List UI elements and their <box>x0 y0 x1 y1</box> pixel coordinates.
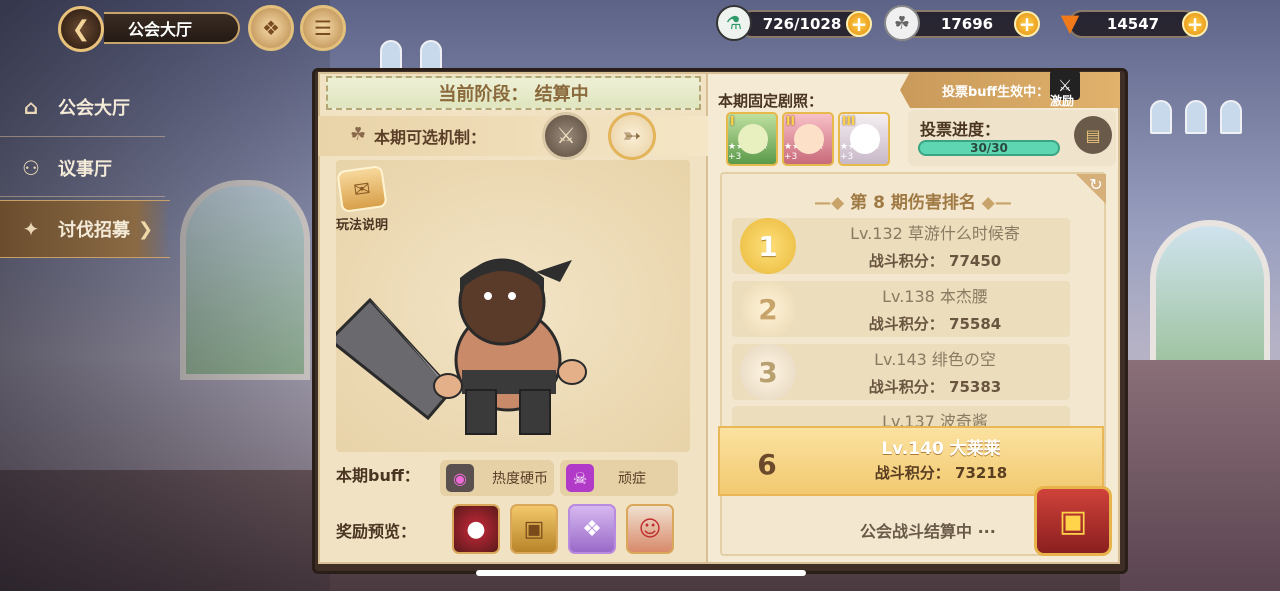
add-stamina-button[interactable]: + <box>846 11 872 37</box>
hero-card-1[interactable]: I ★★★★★ +3 <box>726 112 778 166</box>
add-coin-button[interactable]: + <box>1014 11 1040 37</box>
ranking-name: Lv.138 本杰腰 <box>882 287 988 306</box>
vote-card-icon[interactable]: ▤ <box>1074 116 1112 154</box>
vote-title: 投票进度： <box>920 120 1001 139</box>
carpet <box>1120 360 1280 591</box>
skull-icon: ☠ <box>566 464 594 492</box>
rules-label: 玩法说明 <box>335 218 388 233</box>
vote-progress-bar: 30/30 <box>918 140 1060 156</box>
guild-emblem-icon[interactable]: ❖ <box>248 5 294 51</box>
meeting-icon: ⚇ <box>22 156 40 180</box>
buff-2-label: 顽症 <box>618 471 646 487</box>
reward-label: 奖励预览： <box>336 522 417 541</box>
hero-rank: II <box>786 114 795 128</box>
vote-progress-text: 30/30 <box>970 141 1008 155</box>
carrot-value: 14547 <box>1106 15 1160 33</box>
settlement-status: 公会战斗结算中 ··· <box>860 522 996 541</box>
buff-label: 本期buff： <box>336 466 420 485</box>
rank-silver-medal-icon: 2 <box>740 281 796 337</box>
hero-portrait-icon <box>850 124 880 154</box>
carrot-icon: ▼ <box>1060 9 1080 37</box>
sidebar-item-label: 公会大厅 <box>58 98 130 119</box>
window <box>1150 100 1172 134</box>
my-rank-number: 6 <box>757 447 777 481</box>
buff-chip-2[interactable]: ☠ 顽症 <box>560 460 678 496</box>
back-button[interactable]: ❮ <box>58 6 104 52</box>
sidebar-item-label: 讨伐招募 <box>58 220 130 241</box>
stamina-value: 726/1028 <box>762 15 842 33</box>
crusade-icon: ✦ <box>22 217 40 241</box>
sidebar-item-label: 议事厅 <box>58 159 112 180</box>
sidebar-item-guild-hall[interactable]: ⌂ 公会大厅 <box>0 78 170 136</box>
page-title: 公会大厅 <box>104 12 240 44</box>
fixed-stills-label: 本期固定剧照： <box>718 92 824 110</box>
home-indicator[interactable] <box>476 570 806 576</box>
hero-portrait-icon <box>794 124 824 154</box>
mechanism-option-2-icon[interactable]: ➳ <box>608 112 656 160</box>
rank-bronze-medal-icon: 3 <box>740 344 796 400</box>
clover-coin-icon: ☘ <box>884 5 920 41</box>
guild-book-icon[interactable]: ☰ <box>300 5 346 51</box>
add-carrot-button[interactable]: + <box>1182 11 1208 37</box>
demon-coin-icon: ◉ <box>446 464 474 492</box>
chevron-right-icon: ❯ <box>138 218 154 240</box>
ranking-title: —◆ 第 8 期伤害排名 ◆— <box>814 193 1012 213</box>
hero-card-2[interactable]: II ★★★★★ +3 <box>782 112 834 166</box>
hero-card-3[interactable]: III ★★★★★ +3 <box>838 112 890 166</box>
reward-gift-box-icon[interactable]: ❖ <box>568 504 616 554</box>
bank-icon: ⌂ <box>23 95 39 119</box>
sidebar-divider <box>0 136 165 137</box>
reward-character-icon[interactable]: ☺ <box>626 504 674 554</box>
hero-rank: I <box>730 114 735 128</box>
ranking-name: Lv.132 草游什么时候寄 <box>850 224 1020 243</box>
rules-book-icon: ✉ <box>336 165 388 213</box>
hero-portrait-icon <box>738 124 768 154</box>
right-arch-window <box>1150 220 1270 370</box>
sidebar-divider <box>0 196 165 197</box>
ranking-title-text: 第 8 期伤害排名 <box>850 193 976 213</box>
vote-buff-banner: 投票buff生效中： <box>900 72 1120 108</box>
clover-icon: ☘ <box>350 124 367 145</box>
vote-badge-label: 激励 <box>1050 94 1075 108</box>
mechanism-option-1-icon[interactable]: ⚔ <box>542 112 590 160</box>
rules-button[interactable]: ✉ 玩法说明 <box>330 165 394 234</box>
my-rank-name: Lv.140 大莱莱 <box>881 439 1001 459</box>
treasure-chest-icon[interactable]: ▣ <box>1034 486 1112 556</box>
my-rank-score: 战斗积分： 73218 <box>874 464 1008 482</box>
top-bar: ❮ 公会大厅 ❖ ☰ 726/1028 ⚗ + 17696 ☘ + 14547 … <box>0 0 1280 54</box>
mechanism-label: 本期可选机制： <box>374 128 487 147</box>
vote-active-label: 投票buff生效中： <box>942 84 1050 100</box>
phase-status: 当前阶段： 结算中 <box>326 76 701 110</box>
ranking-name: Lv.143 绯色の空 <box>874 350 996 369</box>
window <box>1185 100 1207 134</box>
hero-rank: III <box>842 114 856 128</box>
coin-value: 17696 <box>940 15 994 33</box>
reward-chest-icon[interactable]: ▣ <box>510 504 558 554</box>
sidebar-item-council[interactable]: ⚇ 议事厅 <box>0 139 170 197</box>
reward-seal-icon[interactable]: ● <box>452 504 500 554</box>
window <box>1220 100 1242 134</box>
rank-gold-medal-icon: 1 <box>740 218 796 274</box>
ranking-score: 战斗积分： 75383 <box>868 378 1002 396</box>
ranking-score: 战斗积分： 75584 <box>868 315 1002 333</box>
ranking-score: 战斗积分： 77450 <box>868 252 1002 270</box>
sidebar-item-crusade[interactable]: ✦ 讨伐招募 ❯ <box>0 200 170 258</box>
potion-icon: ⚗ <box>716 5 752 41</box>
buff-chip-1[interactable]: ◉ 热度硬币 <box>440 460 554 496</box>
back-arrow-icon: ❮ <box>71 16 91 42</box>
buff-1-label: 热度硬币 <box>492 471 548 487</box>
